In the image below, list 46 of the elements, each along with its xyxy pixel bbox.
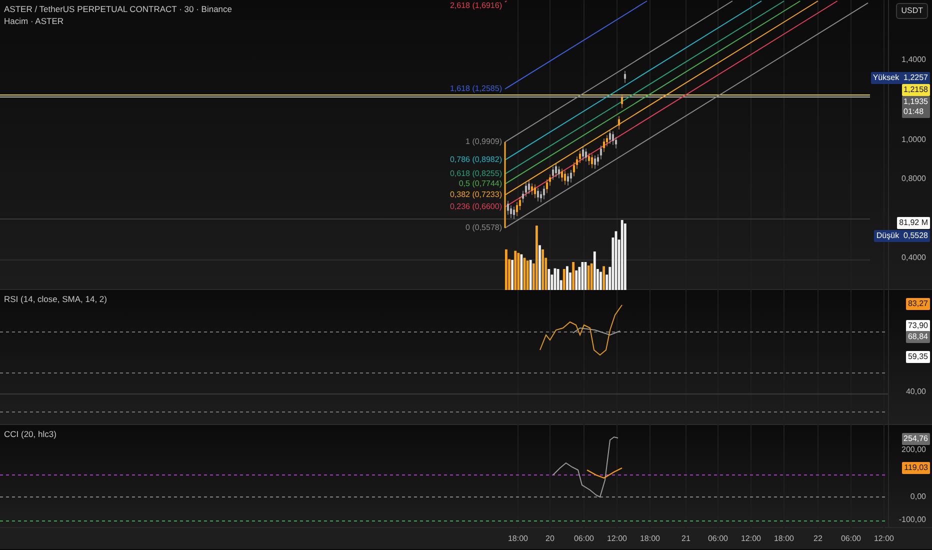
volume-legend: Hacim · ASTER (4, 16, 64, 27)
time-axis-label: 06:00 (708, 534, 728, 544)
fib-level-label: 0 (0,5578) (466, 223, 502, 233)
fib-level-label: 0,236 (0,6600) (450, 202, 502, 212)
rsi-axis-label: 40,00 (906, 387, 926, 397)
time-axis-label: 18:00 (640, 534, 660, 544)
fib-level-label: 0,618 (0,8255) (450, 169, 502, 179)
cci-line-drawing (552, 436, 622, 498)
price-tag: 1,1935 01:48 (902, 96, 930, 118)
cci-axis-label: -100,00 (898, 515, 926, 525)
time-axis-label: 06:00 (840, 534, 862, 544)
price-tag: 81,92 M (897, 217, 930, 229)
price-tag: 73,90 (906, 320, 930, 332)
price-axis-label: 1,0000 (902, 135, 926, 145)
price-tag: Düşük 0,5528 (874, 230, 930, 242)
price-tag: Yüksek 1,2257 (870, 72, 930, 84)
price-axis-label: 0,8000 (902, 174, 926, 184)
price-tag: 1,2158 (902, 84, 930, 96)
price-tag: 59,35 (906, 351, 930, 363)
chart-title: ASTER / TetherUS PERPETUAL CONTRACT · 30 · Binance (4, 4, 232, 15)
fib-level-label: 0,382 (0,7233) (450, 190, 502, 200)
currency-button[interactable]: USDT (896, 3, 928, 19)
fib-level-label: 0,5 (0,7744) (458, 179, 502, 189)
price-tag: 254,76 (902, 433, 930, 445)
fib-level-label: 1,618 (1,2585) (450, 84, 502, 94)
cci-axis-label: 200,00 (902, 445, 926, 455)
time-axis-label: 18:00 (508, 534, 528, 544)
price-axis-label: 0,4000 (902, 253, 926, 263)
cci-legend: CCI (20, hlc3) (4, 429, 56, 440)
time-axis-label: 21 (682, 534, 690, 544)
time-axis-label: 12:00 (874, 534, 894, 544)
rsi-legend: RSI (14, close, SMA, 14, 2) (4, 294, 107, 305)
cci-axis-label: 0,00 (910, 492, 926, 502)
time-axis-label: 12:00 (606, 534, 628, 544)
price-tag: 83,27 (906, 298, 930, 310)
time-axis-label: 18:00 (774, 534, 794, 544)
time-axis-label: 20 (546, 534, 554, 544)
time-axis-label: 06:00 (574, 534, 594, 544)
price-tag: 119,03 (902, 462, 930, 474)
price-tag: 68,84 (906, 331, 930, 343)
fib-level-label: 0,786 (0,8982) (450, 155, 502, 165)
fib-level-label: 2,618 (1,6916) (450, 1, 502, 11)
price-axis-label: 1,4000 (902, 55, 926, 65)
time-axis-label: 12:00 (740, 534, 762, 544)
time-axis-label: 22 (814, 534, 822, 544)
fib-level-label: 1 (0,9909) (466, 137, 502, 147)
